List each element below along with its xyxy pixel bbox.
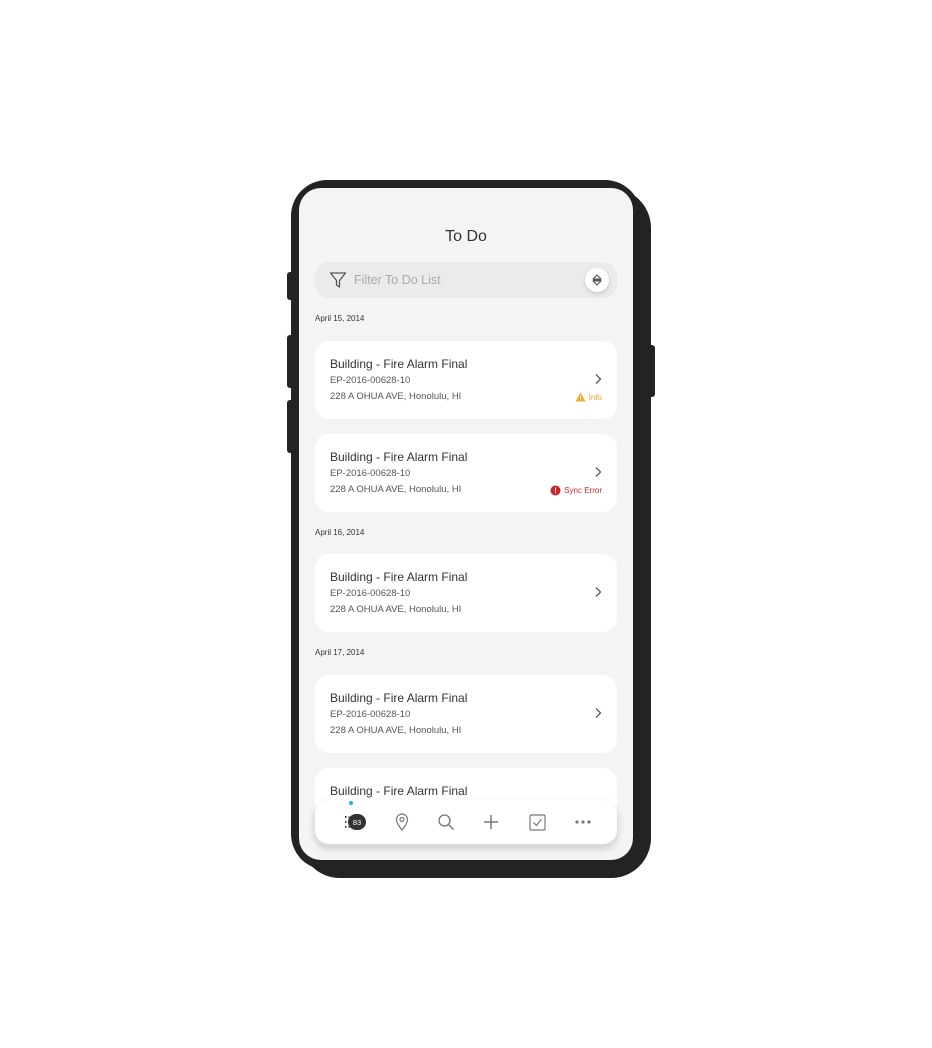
- phone-button-mute: [287, 272, 295, 300]
- nav-completed[interactable]: [525, 810, 549, 834]
- app-screen: To Do Filter To Do List April 15, 2014 B…: [299, 188, 633, 860]
- todo-card[interactable]: Building - Fire Alarm Final EP-2016-0062…: [315, 554, 617, 632]
- phone-button-volume-down: [287, 400, 295, 453]
- card-address: 228 A OHUA AVE, Honolulu, HI: [330, 604, 462, 615]
- chevron-right-icon: [595, 374, 602, 384]
- page-title: To Do: [445, 228, 487, 245]
- card-title: Building - Fire Alarm Final: [330, 357, 468, 371]
- sort-icon: [592, 274, 602, 286]
- filter-icon: [329, 272, 347, 288]
- todo-card[interactable]: Building - Fire Alarm Final EP-2016-0062…: [315, 434, 617, 512]
- warning-icon: [575, 392, 586, 402]
- nav-map[interactable]: [390, 810, 414, 834]
- search-icon: [438, 814, 454, 830]
- card-number: EP-2016-00628-10: [330, 709, 411, 720]
- card-address: 228 A OHUA AVE, Honolulu, HI: [330, 391, 462, 402]
- chevron-right-icon: [595, 467, 602, 477]
- nav-more[interactable]: [571, 810, 595, 834]
- nav-add[interactable]: [479, 810, 503, 834]
- card-number: EP-2016-00628-10: [330, 375, 411, 386]
- card-title: Building - Fire Alarm Final: [330, 784, 468, 798]
- date-header: April 16, 2014: [315, 528, 365, 537]
- sort-button[interactable]: [585, 268, 609, 292]
- todo-card[interactable]: Building - Fire Alarm Final EP-2016-0062…: [315, 675, 617, 753]
- chevron-right-icon: [595, 587, 602, 597]
- error-icon: [550, 485, 561, 496]
- date-header: April 17, 2014: [315, 648, 365, 657]
- map-pin-icon: [395, 813, 409, 831]
- filter-input[interactable]: Filter To Do List: [354, 273, 441, 287]
- status-sync-error: Sync Error: [550, 485, 602, 496]
- status-label: Sync Error: [564, 486, 602, 495]
- card-address: 228 A OHUA AVE, Honolulu, HI: [330, 725, 462, 736]
- active-indicator: [349, 801, 353, 805]
- date-header: April 15, 2014: [315, 314, 365, 323]
- card-title: Building - Fire Alarm Final: [330, 570, 468, 584]
- filter-bar[interactable]: Filter To Do List: [315, 262, 617, 298]
- bottom-nav: 83: [315, 800, 617, 844]
- status-label: Info: [588, 392, 602, 402]
- card-title: Building - Fire Alarm Final: [330, 450, 468, 464]
- card-address: 228 A OHUA AVE, Honolulu, HI: [330, 484, 462, 495]
- phone-button-power: [648, 345, 655, 397]
- card-number: EP-2016-00628-10: [330, 468, 411, 479]
- todo-count-badge: 83: [348, 814, 366, 830]
- todo-card[interactable]: Building - Fire Alarm Final EP-2016-0062…: [315, 341, 617, 419]
- nav-search[interactable]: [434, 810, 458, 834]
- checkbox-icon: [528, 813, 546, 831]
- more-icon: [575, 820, 591, 824]
- chevron-right-icon: [595, 708, 602, 718]
- status-info: Info: [575, 392, 602, 402]
- plus-icon: [484, 815, 498, 829]
- card-number: EP-2016-00628-10: [330, 588, 411, 599]
- phone-button-volume-up: [287, 335, 295, 388]
- card-title: Building - Fire Alarm Final: [330, 691, 468, 705]
